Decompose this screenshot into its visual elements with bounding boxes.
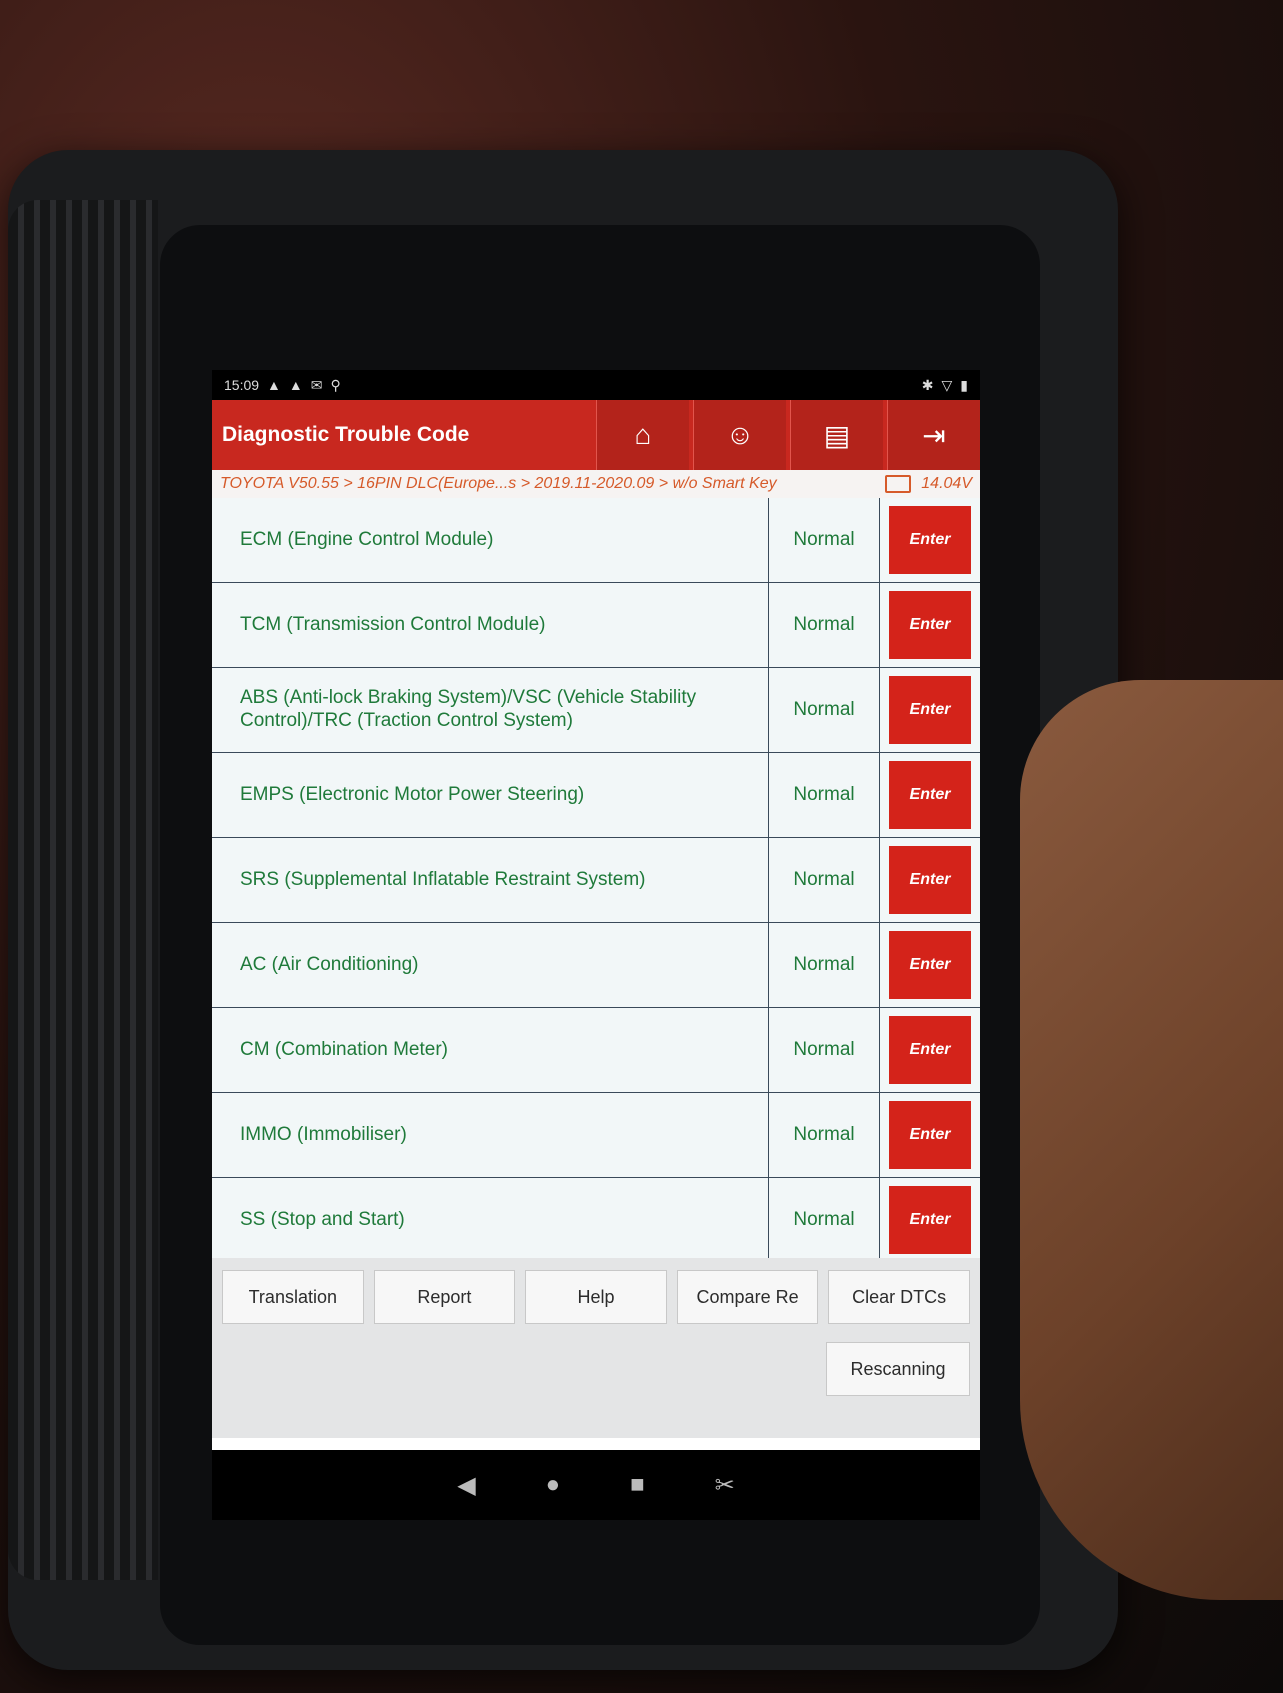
voltage-readout: 14.04V [921, 475, 972, 492]
warning-icon: ▲ [267, 377, 281, 393]
enter-button[interactable]: Enter [889, 506, 971, 574]
screenshot-icon[interactable]: ✂ [715, 1471, 735, 1500]
usb-icon: ⚲ [330, 376, 341, 393]
clock: 15:09 [224, 377, 260, 393]
translation-button[interactable]: Translation [222, 1270, 364, 1324]
module-name: EMPS (Electronic Motor Power Steering) [212, 753, 769, 837]
header-bar: Diagnostic Trouble Code ⌂ ☺ ▤ ⇥ [212, 400, 980, 470]
enter-button[interactable]: Enter [889, 846, 971, 914]
message-icon: ✉ [310, 376, 323, 393]
clear-dtcs-button[interactable]: Clear DTCs [828, 1270, 970, 1324]
page-title: Diagnostic Trouble Code [222, 423, 470, 446]
report-button[interactable]: Report [373, 1270, 516, 1324]
enter-button[interactable]: Enter [889, 1101, 971, 1169]
print-icon[interactable]: ▤ [790, 400, 883, 470]
table-row: EMPS (Electronic Motor Power Steering) N… [212, 753, 980, 838]
enter-button[interactable]: Enter [889, 591, 971, 659]
support-icon[interactable]: ☺ [693, 400, 786, 470]
action-footer: Translation Report Help Compare Re Clear… [212, 1258, 980, 1438]
module-status: Normal [769, 838, 880, 922]
table-row: ECM (Engine Control Module) Normal Enter [212, 498, 980, 583]
enter-button[interactable]: Enter [889, 931, 971, 999]
module-status: Normal [769, 498, 880, 582]
battery-icon: ▮ [960, 376, 968, 393]
table-row: ABS (Anti-lock Braking System)/VSC (Vehi… [212, 668, 980, 753]
home-nav-icon[interactable]: ● [546, 1471, 561, 1499]
bluetooth-icon: ✱ [921, 376, 934, 393]
help-button[interactable]: Help [525, 1270, 667, 1324]
module-status: Normal [769, 1008, 880, 1092]
module-name: SS (Stop and Start) [212, 1178, 769, 1258]
module-status: Normal [769, 753, 880, 837]
table-row: SS (Stop and Start) Normal Enter [212, 1178, 980, 1258]
module-name: ABS (Anti-lock Braking System)/VSC (Vehi… [212, 668, 769, 752]
enter-button[interactable]: Enter [889, 676, 971, 744]
status-bar: 15:09 ▲ ▲ ✉ ⚲ ✱ ▽ ▮ [212, 370, 980, 400]
enter-button[interactable]: Enter [889, 761, 971, 829]
device-grip [8, 200, 158, 1580]
home-icon[interactable]: ⌂ [596, 400, 689, 470]
module-list: ECM (Engine Control Module) Normal Enter… [212, 498, 980, 1258]
module-status: Normal [769, 923, 880, 1007]
table-row: SRS (Supplemental Inflatable Restraint S… [212, 838, 980, 923]
android-navbar: ◀ ● ■ ✂ [212, 1450, 980, 1520]
module-name: TCM (Transmission Control Module) [212, 583, 769, 667]
table-row: AC (Air Conditioning) Normal Enter [212, 923, 980, 1008]
compare-button[interactable]: Compare Re [676, 1270, 819, 1324]
hand-thumb [1020, 680, 1283, 1600]
module-name: AC (Air Conditioning) [212, 923, 769, 1007]
table-row: CM (Combination Meter) Normal Enter [212, 1008, 980, 1093]
exit-icon[interactable]: ⇥ [887, 400, 980, 470]
module-name: CM (Combination Meter) [212, 1008, 769, 1092]
enter-button[interactable]: Enter [889, 1186, 971, 1254]
module-status: Normal [769, 1093, 880, 1177]
module-status: Normal [769, 1178, 880, 1258]
table-row: IMMO (Immobiliser) Normal Enter [212, 1093, 980, 1178]
recents-icon[interactable]: ■ [630, 1471, 645, 1499]
module-status: Normal [769, 668, 880, 752]
module-name: SRS (Supplemental Inflatable Restraint S… [212, 838, 769, 922]
breadcrumb-path: TOYOTA V50.55 > 16PIN DLC(Europe...s > 2… [220, 475, 777, 492]
rescanning-button[interactable]: Rescanning [826, 1342, 970, 1396]
battery-voltage-icon [885, 475, 912, 493]
wifi-icon: ▽ [941, 376, 953, 393]
tablet-screen: 15:09 ▲ ▲ ✉ ⚲ ✱ ▽ ▮ Diagnostic Trouble C… [212, 370, 980, 1450]
warning-icon: ▲ [288, 377, 303, 393]
back-icon[interactable]: ◀ [457, 1471, 475, 1500]
module-status: Normal [769, 583, 880, 667]
enter-button[interactable]: Enter [889, 1016, 971, 1084]
table-row: TCM (Transmission Control Module) Normal… [212, 583, 980, 668]
module-name: IMMO (Immobiliser) [212, 1093, 769, 1177]
module-name: ECM (Engine Control Module) [212, 498, 769, 582]
breadcrumb: TOYOTA V50.55 > 16PIN DLC(Europe...s > 2… [212, 470, 980, 498]
